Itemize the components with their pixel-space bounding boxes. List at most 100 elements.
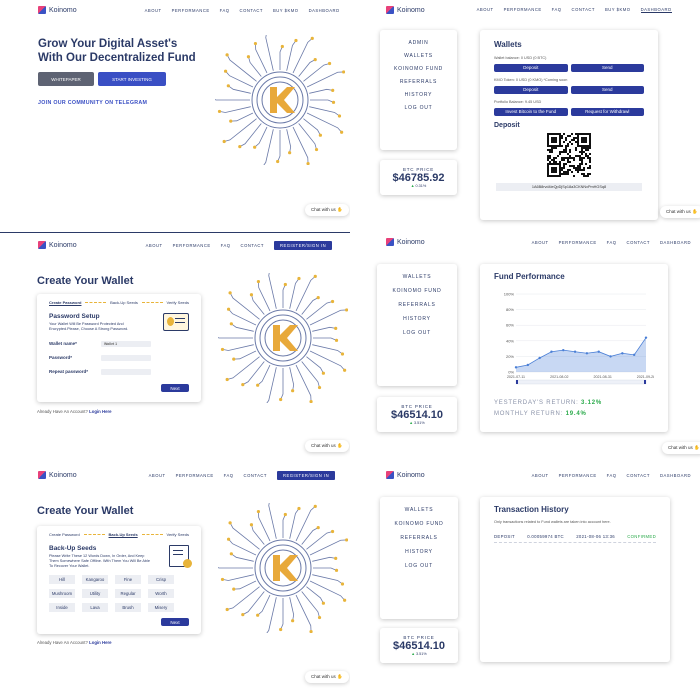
deposit-address[interactable]: 1A6B8rvd4ieQpDjSp18a3CKNNxPmHGSq8 (496, 182, 642, 191)
kmo-deposit-button[interactable]: Deposit (494, 85, 568, 94)
nav-faq[interactable]: FAQ (607, 240, 617, 245)
nav-contact[interactable]: CONTACT (244, 473, 267, 478)
backup-seeds-panel: Koinomo ABOUT PERFORMANCE FAQ CONTACT RE… (0, 463, 350, 700)
nav-dashboard[interactable]: DASHBOARD (660, 240, 691, 245)
btc-price-card: BTC PRICE $46514.10 ▲ 3.51% (377, 397, 457, 432)
login-prompt: Already Have An Account? Login Here (37, 409, 112, 414)
nav-buy[interactable]: BUY $KMO (273, 8, 299, 13)
menu-fund[interactable]: KOINOMO FUND (394, 521, 443, 527)
btc-price-value: $46785.92 (392, 172, 445, 184)
circuit-svg (211, 498, 349, 637)
fund-title: Fund Performance (494, 272, 565, 281)
login-link[interactable]: Login Here (89, 640, 111, 645)
repeat-password-input[interactable] (101, 368, 151, 375)
deposit-button[interactable]: Deposit (494, 63, 568, 72)
menu-history[interactable]: HISTORY (403, 316, 431, 322)
register-button[interactable]: REGISTER/SIGN IN (273, 240, 333, 250)
nav-contact[interactable]: CONTACT (627, 473, 650, 478)
logo[interactable]: Koinomo (386, 238, 425, 246)
seed-word: Utility (82, 588, 108, 598)
menu-history[interactable]: HISTORY (405, 92, 433, 98)
telegram-link[interactable]: JOIN OUR COMMUNITY ON TELEGRAM (38, 100, 147, 106)
y-tick-label: 60% (506, 323, 514, 328)
chart-range-slider[interactable] (515, 379, 647, 385)
nav-contact[interactable]: CONTACT (572, 7, 595, 13)
nav-faq[interactable]: FAQ (221, 243, 231, 248)
next-button[interactable]: Next (161, 618, 189, 626)
chat-button[interactable]: Chat with us ✋ (660, 206, 700, 218)
nav-dashboard[interactable]: DASHBOARD (660, 473, 691, 478)
x-tick-label: 2021-08-31 (593, 375, 611, 379)
menu-history[interactable]: HISTORY (405, 549, 433, 555)
menu-admin[interactable]: ADMIN (408, 40, 428, 46)
menu-logout[interactable]: LOG OUT (403, 330, 431, 336)
nav-faq[interactable]: FAQ (220, 8, 230, 13)
kmo-send-button[interactable]: Send (570, 85, 644, 94)
nav-performance[interactable]: PERFORMANCE (504, 7, 542, 13)
seed-word: Mushroom (49, 588, 75, 598)
wallet-name-input[interactable]: Wallet 1 (101, 340, 151, 347)
nav-performance[interactable]: PERFORMANCE (176, 473, 214, 478)
logo[interactable]: Koinomo (386, 6, 425, 14)
menu-logout[interactable]: LOG OUT (404, 105, 432, 111)
menu-wallets[interactable]: WALLETS (403, 274, 432, 280)
koinomo-logo-icon (38, 241, 46, 249)
menu-fund[interactable]: KOINOMO FUND (394, 66, 443, 72)
nav-contact[interactable]: CONTACT (241, 243, 264, 248)
y-tick-label: 20% (506, 354, 514, 359)
logo[interactable]: Koinomo (386, 471, 425, 479)
nav-performance[interactable]: PERFORMANCE (559, 240, 597, 245)
invest-button[interactable]: Invest Bitcoin to the Fund (494, 107, 568, 116)
wave-icon: ✋ (694, 445, 700, 450)
chat-button[interactable]: Chat with us ✋ (305, 440, 349, 452)
menu-fund[interactable]: KOINOMO FUND (392, 288, 441, 294)
send-button[interactable]: Send (570, 63, 644, 72)
nav-performance[interactable]: PERFORMANCE (172, 8, 210, 13)
nav-dashboard[interactable]: DASHBOARD (309, 8, 340, 13)
nav-contact[interactable]: CONTACT (627, 240, 650, 245)
next-button[interactable]: Next (161, 384, 189, 392)
menu-referrals[interactable]: REFERRALS (400, 535, 437, 541)
register-button[interactable]: REGISTER/SIGN IN (276, 470, 336, 480)
nav-about[interactable]: ABOUT (146, 243, 163, 248)
nav-performance[interactable]: PERFORMANCE (173, 243, 211, 248)
chat-button[interactable]: Chat with us ✋ (662, 442, 700, 454)
menu-referrals[interactable]: REFERRALS (398, 302, 435, 308)
whitepaper-button[interactable]: WHITEPAPER (38, 72, 94, 86)
nav-buy[interactable]: BUY $KMO (605, 7, 631, 13)
nav-about[interactable]: ABOUT (532, 473, 549, 478)
logo[interactable]: Koinomo (38, 471, 77, 479)
data-point (632, 353, 636, 357)
start-investing-button[interactable]: START INVESTING (98, 72, 166, 86)
menu-wallets[interactable]: WALLETS (404, 53, 433, 59)
nav-faq[interactable]: FAQ (607, 473, 617, 478)
sidebar-menu: WALLETS KOINOMO FUND REFERRALS HISTORY L… (380, 497, 458, 619)
range-handle-right[interactable] (644, 380, 646, 384)
btc-price-value: $46514.10 (393, 640, 445, 652)
nav-about[interactable]: ABOUT (477, 7, 494, 13)
menu-wallets[interactable]: WALLETS (405, 507, 434, 513)
logo[interactable]: Koinomo (38, 241, 77, 249)
nav-faq[interactable]: FAQ (224, 473, 234, 478)
withdraw-button[interactable]: Request for Withdrawl (570, 107, 644, 116)
nav-about[interactable]: ABOUT (532, 240, 549, 245)
nav-about[interactable]: ABOUT (145, 8, 162, 13)
wave-icon: ✋ (337, 443, 343, 448)
menu-referrals[interactable]: REFERRALS (400, 79, 437, 85)
nav-performance[interactable]: PERFORMANCE (559, 473, 597, 478)
nav-about[interactable]: ABOUT (149, 473, 166, 478)
chat-button[interactable]: Chat with us ✋ (305, 671, 349, 683)
logo[interactable]: Koinomo (38, 6, 77, 14)
up-arrow-icon: ▲ (409, 421, 413, 425)
nav-faq[interactable]: FAQ (552, 7, 562, 13)
range-handle-left[interactable] (516, 380, 518, 384)
yesterday-return: YESTERDAY'S RETURN: 3.12% (494, 400, 603, 406)
chat-button[interactable]: Chat with us ✋ (305, 204, 349, 216)
menu-logout[interactable]: LOG OUT (405, 563, 433, 569)
nav-dashboard[interactable]: DASHBOARD (640, 7, 672, 13)
password-input[interactable] (101, 354, 151, 361)
login-link[interactable]: Login Here (89, 409, 111, 414)
fund-performance-panel: Koinomo ABOUT PERFORMANCE FAQ CONTACT DA… (350, 232, 700, 460)
nav-contact[interactable]: CONTACT (240, 8, 263, 13)
step-backup-seeds: Back-Up Seeds (108, 532, 138, 537)
